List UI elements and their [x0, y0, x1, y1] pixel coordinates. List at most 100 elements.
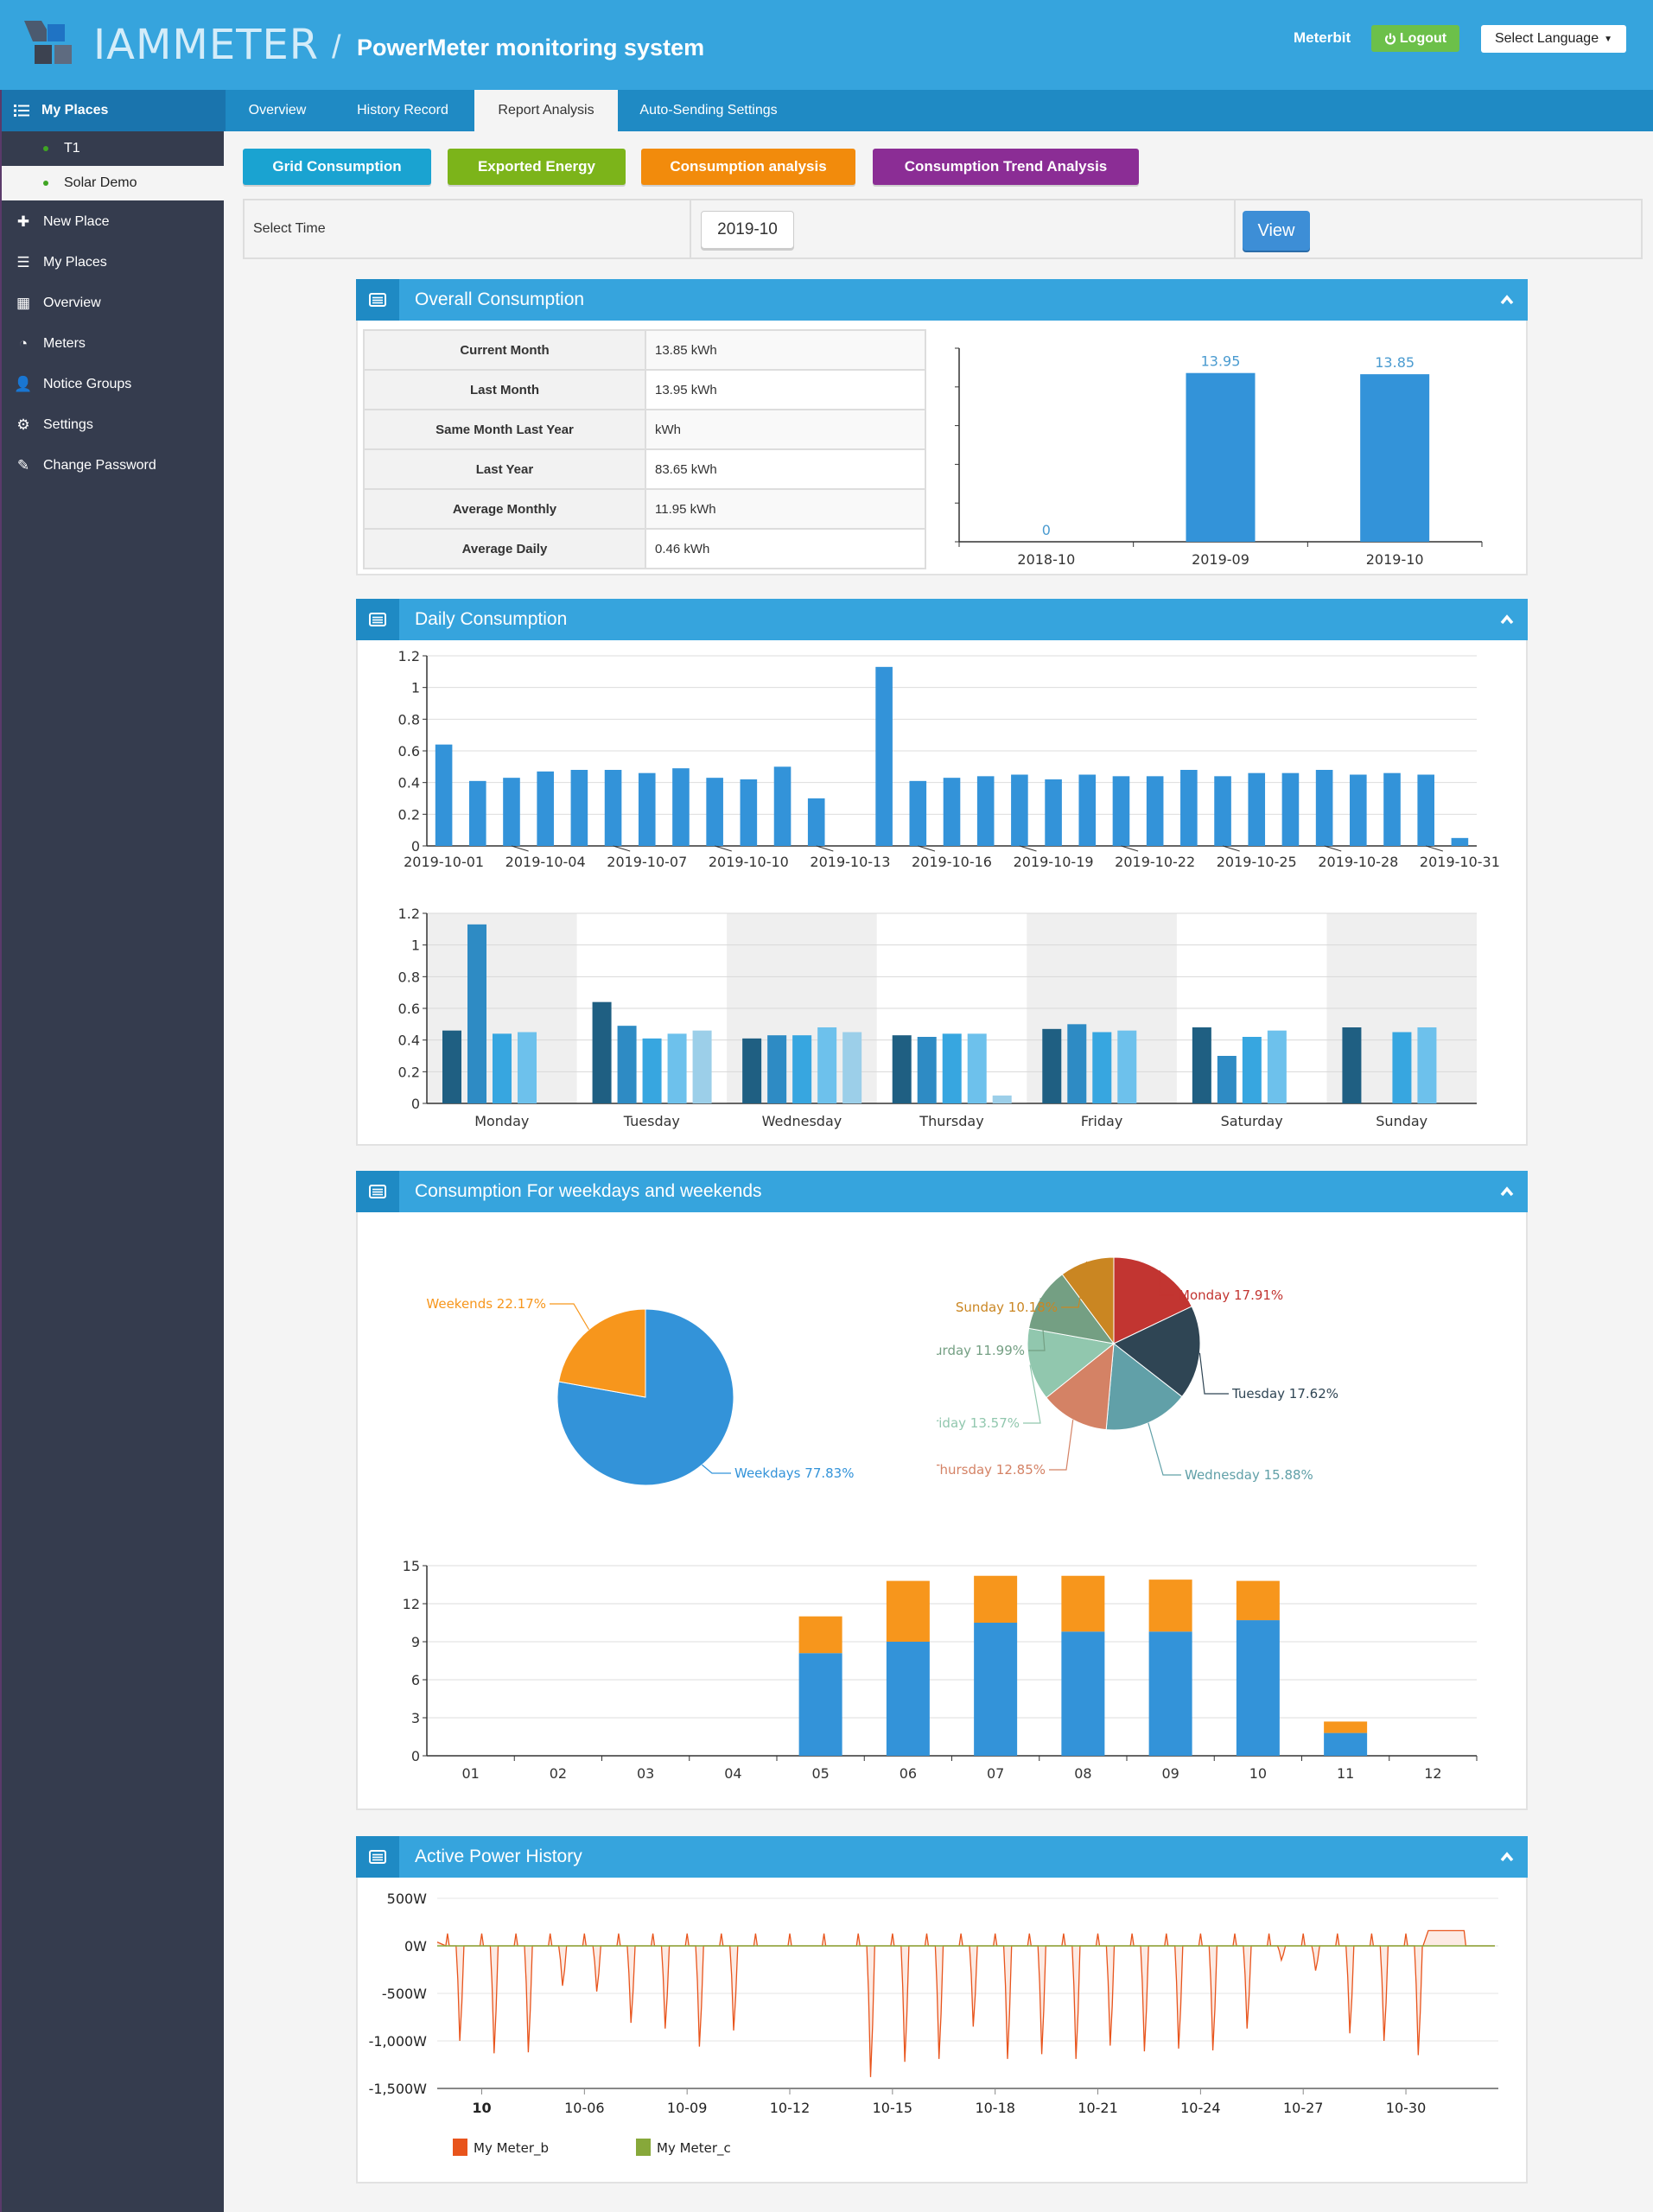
sidebar-header-my-places[interactable]: My Places — [2, 90, 226, 131]
overall-compare-chart: 0 2018-10 13.95 2019-09 13.85 2019-10 — [955, 347, 1483, 568]
stacked-bar-segment — [1148, 1580, 1192, 1632]
bar — [467, 924, 486, 1103]
label-leader — [1049, 1420, 1074, 1471]
y-tick-label: -1,500W — [369, 2081, 428, 2097]
data-label: 13.95 — [1201, 353, 1241, 370]
y-tick-label: 1 — [411, 938, 420, 954]
x-tick — [1426, 845, 1443, 852]
gear-icon: ⚙ — [16, 416, 30, 433]
bar — [468, 780, 486, 846]
bar — [435, 744, 453, 846]
bar — [807, 798, 825, 846]
x-tick-label: 10-27 — [1283, 2100, 1324, 2116]
x-tick — [511, 845, 529, 852]
bar — [976, 776, 995, 846]
table-row: Last Year 83.65 kWh — [363, 448, 926, 490]
bar — [1117, 1030, 1137, 1103]
logout-button[interactable]: Logout — [1371, 25, 1459, 52]
list-icon — [14, 105, 29, 117]
monthly-stacked-chart: 0369121501 02 03 04 05 06 07 08 09 10 11 12 — [403, 1558, 1478, 1782]
bar — [1360, 374, 1430, 542]
select-time-row: Select Time 2019-10 View — [243, 199, 1643, 259]
x-tick-label: 10-30 — [1386, 2100, 1427, 2116]
sidebar-item-settings[interactable]: ⚙ Settings — [2, 405, 226, 445]
row-value: 13.85 kWh — [645, 329, 926, 371]
sidebar-item-change-password[interactable]: ✎ Change Password — [2, 446, 226, 486]
bar — [992, 1095, 1012, 1103]
x-tick-label: 10-15 — [873, 2100, 912, 2116]
y-tick-label: 1.2 — [398, 906, 420, 922]
y-tick-label: 0.8 — [398, 969, 420, 985]
bar — [642, 1038, 662, 1103]
y-tick-label: -1,000W — [369, 2033, 428, 2050]
collapse-chevron-icon[interactable] — [1497, 609, 1517, 630]
table-row: Same Month Last Year kWh — [363, 409, 926, 450]
x-tick-label: 2019-09 — [1192, 551, 1249, 568]
stacked-bar-segment — [1061, 1575, 1105, 1632]
table-row: Average Daily 0.46 kWh — [363, 528, 926, 569]
x-tick-label: 2018-10 — [1017, 551, 1075, 568]
user-name-link[interactable]: Meterbit — [1294, 29, 1351, 47]
weekday-breakdown-chart: 0 0.2 0.4 0.6 0.8 1 1.2 Monday Tuesday Wednesday T… — [398, 906, 1477, 1129]
bar — [1092, 1032, 1112, 1103]
server-icon: ☰ — [16, 254, 30, 270]
sidebar-place-solar-demo[interactable]: Solar Demo — [2, 166, 226, 200]
bar — [1045, 779, 1062, 846]
sidebar-item-meters[interactable]: ◔ Meters — [2, 324, 226, 364]
collapse-chevron-icon[interactable] — [1497, 289, 1517, 310]
time-input[interactable]: 2019-10 — [701, 211, 794, 249]
overall-consumption-panel: Overall Consumption Current Month 13.85 k… — [356, 279, 1528, 575]
x-tick-label: 10-18 — [975, 2100, 1015, 2116]
slice-label: Monday 17.91% — [1179, 1287, 1283, 1303]
sidebar-item-my-places[interactable]: ☰ My Places — [2, 243, 226, 283]
consumption-analysis-button[interactable]: Consumption analysis — [641, 149, 855, 185]
bar — [875, 666, 893, 846]
language-select[interactable]: Select Language ▼ — [1481, 25, 1626, 53]
view-button[interactable]: View — [1243, 211, 1310, 251]
sidebar-item-overview[interactable]: ▦ Overview — [2, 283, 226, 323]
tab-auto-sending-settings[interactable]: Auto-Sending Settings — [618, 90, 799, 131]
y-tick-label: 1 — [411, 680, 420, 696]
grid-consumption-button[interactable]: Grid Consumption — [243, 149, 431, 185]
row-value: 11.95 kWh — [645, 488, 926, 530]
table-row: Current Month 13.85 kWh — [363, 329, 926, 371]
stacked-bar-segment — [1324, 1732, 1368, 1756]
sidebar-item-new-place[interactable]: ✚ New Place — [2, 202, 226, 242]
meter-b-area — [437, 1930, 1495, 2077]
row-label: Average Daily — [363, 528, 646, 569]
slice-label: Wednesday 15.88% — [1185, 1467, 1313, 1483]
sidebar-item-notice-groups[interactable]: 👤 Notice Groups — [2, 365, 226, 404]
x-tick-label: 10-09 — [667, 2100, 708, 2116]
list-icon — [356, 1171, 399, 1212]
collapse-chevron-icon[interactable] — [1497, 1181, 1517, 1202]
x-tick-label: Thursday — [919, 1113, 983, 1129]
bar — [1350, 774, 1367, 846]
tab-overview[interactable]: Overview — [224, 90, 331, 131]
weekdays-weekends-panel: Consumption For weekdays and weekends We… — [356, 1171, 1528, 1810]
day-of-week-pie-chart: Monday 17.91% Tuesday 17.62% Wednesday 15.… — [937, 1256, 1338, 1483]
x-tick-label: 2019-10-19 — [1014, 854, 1094, 870]
x-tick-label: 10 — [1249, 1765, 1267, 1782]
bar — [917, 1037, 937, 1103]
x-tick-label: 2019-10-16 — [912, 854, 992, 870]
slice-label: Tuesday 17.62% — [1231, 1386, 1338, 1402]
tab-history-record[interactable]: History Record — [331, 90, 474, 131]
edit-icon: ✎ — [16, 457, 30, 474]
grid-icon: ▦ — [16, 295, 31, 311]
bar — [942, 1033, 962, 1103]
bar — [692, 1030, 712, 1103]
consumption-trend-analysis-button[interactable]: Consumption Trend Analysis — [873, 149, 1139, 185]
bar — [1011, 774, 1028, 846]
select-time-label: Select Time — [245, 200, 691, 257]
panel-title: Overall Consumption — [415, 289, 585, 309]
tab-report-analysis[interactable]: Report Analysis — [474, 90, 618, 131]
exported-energy-button[interactable]: Exported Energy — [448, 149, 626, 185]
stacked-bar-segment — [798, 1616, 842, 1654]
y-tick-label: 0.6 — [398, 1001, 420, 1017]
bar — [1383, 772, 1401, 846]
collapse-chevron-icon[interactable] — [1497, 1847, 1517, 1867]
sidebar-place-t1[interactable]: T1 — [2, 131, 226, 166]
bar — [672, 768, 690, 846]
x-tick-label: 04 — [724, 1765, 741, 1782]
label-leader — [1148, 1422, 1181, 1476]
